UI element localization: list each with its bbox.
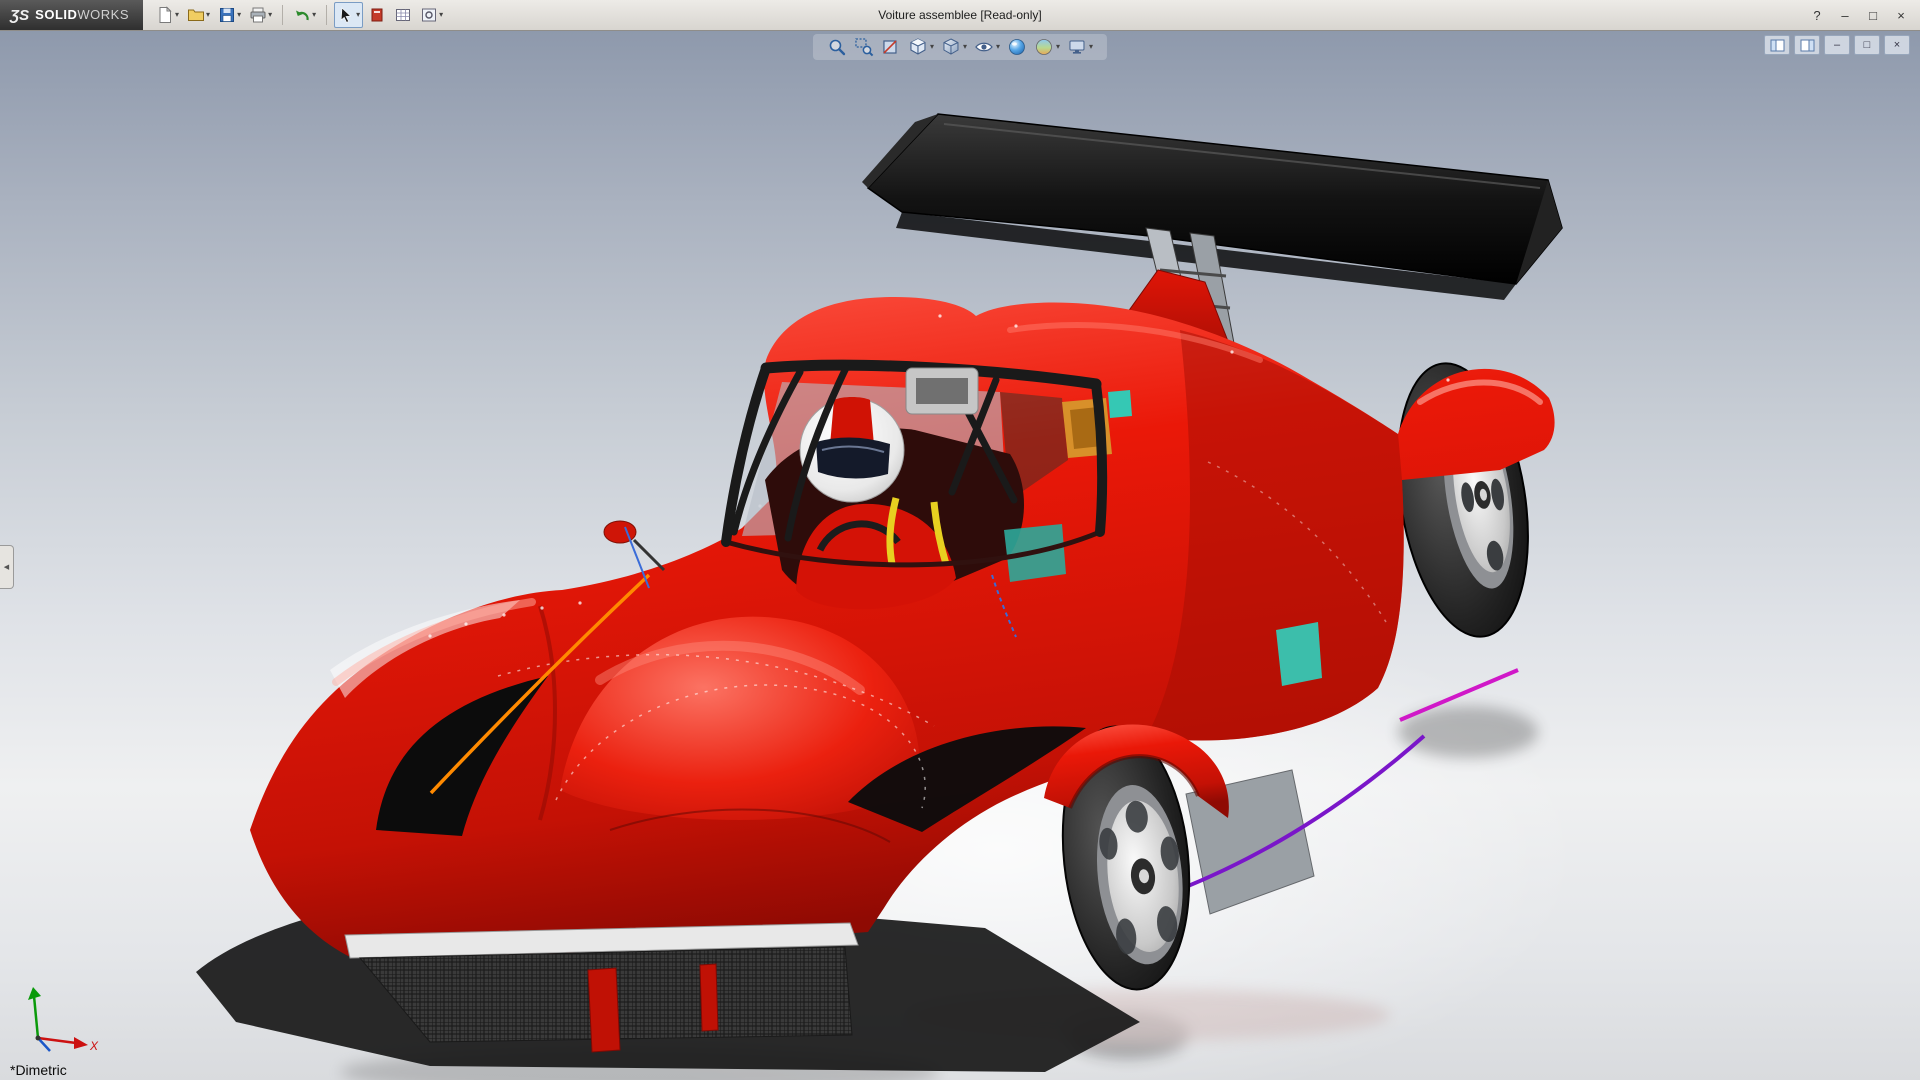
triad-x-label: X [89, 1039, 99, 1053]
split-view-icon [1800, 39, 1815, 52]
view-orientation-label: *Dimetric [10, 1062, 67, 1078]
save-icon [218, 6, 236, 24]
minimize-document-button[interactable]: – [1824, 35, 1850, 55]
section-view-icon [881, 37, 901, 57]
dropdown-caret[interactable]: ▾ [439, 11, 443, 19]
design-table-button[interactable] [391, 2, 415, 28]
solidworks-logo-mark: ƷS [10, 7, 29, 24]
document-window-controls: – □ × [1764, 35, 1910, 55]
apply-scene-button[interactable]: ▾ [1034, 37, 1060, 57]
zoom-to-fit-icon [827, 37, 847, 57]
split-view-button[interactable] [1794, 35, 1820, 55]
window-controls: ? – □ × [1804, 0, 1914, 30]
dropdown-caret[interactable]: ▾ [996, 43, 1000, 51]
feature-pane-icon [1770, 39, 1785, 52]
logo-text-solid: SOLID [35, 7, 77, 22]
display-style-icon [941, 37, 961, 57]
undo-button[interactable]: ▾ [290, 2, 319, 28]
feature-pane-toggle[interactable]: ◀ [0, 545, 14, 589]
hide-show-eye-icon [974, 37, 994, 57]
dropdown-caret[interactable]: ▾ [930, 43, 934, 51]
options-button[interactable]: ▾ [417, 2, 446, 28]
close-document-button[interactable]: × [1884, 35, 1910, 55]
display-style-button[interactable]: ▾ [941, 37, 967, 57]
save-button[interactable]: ▾ [215, 2, 244, 28]
close-button[interactable]: × [1888, 5, 1914, 25]
apply-scene-ball-icon [1034, 37, 1054, 57]
front-splitter[interactable] [345, 923, 858, 1052]
view-settings-monitor-icon [1067, 37, 1087, 57]
model-canvas[interactable] [0, 30, 1920, 1080]
new-document-button[interactable]: ▾ [153, 2, 182, 28]
show-feature-pane-button[interactable] [1764, 35, 1790, 55]
left-mirror[interactable] [604, 521, 636, 543]
new-document-icon [156, 6, 174, 24]
dropdown-caret[interactable]: ▾ [356, 11, 360, 19]
titlebar: ƷS SOLIDWORKS ▾ ▾ ▾ [0, 0, 1920, 31]
dropdown-caret[interactable]: ▾ [268, 11, 272, 19]
restore-document-button[interactable]: □ [1854, 35, 1880, 55]
open-folder-icon [187, 6, 205, 24]
main-toolbar: ▾ ▾ ▾ ▾ [153, 2, 446, 28]
solidworks-logo: ƷS SOLIDWORKS [0, 0, 143, 30]
dropdown-caret[interactable]: ▾ [963, 43, 967, 51]
reference-icon [368, 6, 386, 24]
restore-button[interactable]: □ [1860, 5, 1886, 25]
edit-appearance-ball-icon [1007, 37, 1027, 57]
print-button[interactable]: ▾ [246, 2, 275, 28]
graphics-viewport[interactable]: ▾ ▾ ▾ ▾ [0, 30, 1920, 1080]
reference-button[interactable] [365, 2, 389, 28]
heads-up-toolbar: ▾ ▾ ▾ ▾ [813, 34, 1107, 60]
orientation-triad: X [16, 980, 106, 1060]
zoom-to-area-button[interactable] [854, 37, 874, 57]
minimize-button[interactable]: – [1832, 5, 1858, 25]
edit-appearance-button[interactable] [1007, 37, 1027, 57]
view-orientation-button[interactable]: ▾ [908, 37, 934, 57]
section-view-button[interactable] [881, 37, 901, 57]
dropdown-caret[interactable]: ▾ [206, 11, 210, 19]
dropdown-caret[interactable]: ▾ [175, 11, 179, 19]
dropdown-caret[interactable]: ▾ [1089, 43, 1093, 51]
zoom-to-area-icon [854, 37, 874, 57]
print-icon [249, 6, 267, 24]
dropdown-caret[interactable]: ▾ [1056, 43, 1060, 51]
options-sheet-icon [420, 6, 438, 24]
open-button[interactable]: ▾ [184, 2, 213, 28]
view-settings-button[interactable]: ▾ [1067, 37, 1093, 57]
toolbar-separator [326, 5, 327, 25]
hide-show-items-button[interactable]: ▾ [974, 37, 1000, 57]
dropdown-caret[interactable]: ▾ [312, 11, 316, 19]
undo-icon [293, 6, 311, 24]
help-button[interactable]: ? [1804, 5, 1830, 25]
toolbar-separator [282, 5, 283, 25]
design-table-icon [394, 6, 412, 24]
zoom-to-fit-button[interactable] [827, 37, 847, 57]
view-orientation-cube-icon [908, 37, 928, 57]
select-tool-button[interactable]: ▾ [334, 2, 363, 28]
logo-text-works: WORKS [77, 7, 129, 22]
select-cursor-icon [337, 6, 355, 24]
dropdown-caret[interactable]: ▾ [237, 11, 241, 19]
